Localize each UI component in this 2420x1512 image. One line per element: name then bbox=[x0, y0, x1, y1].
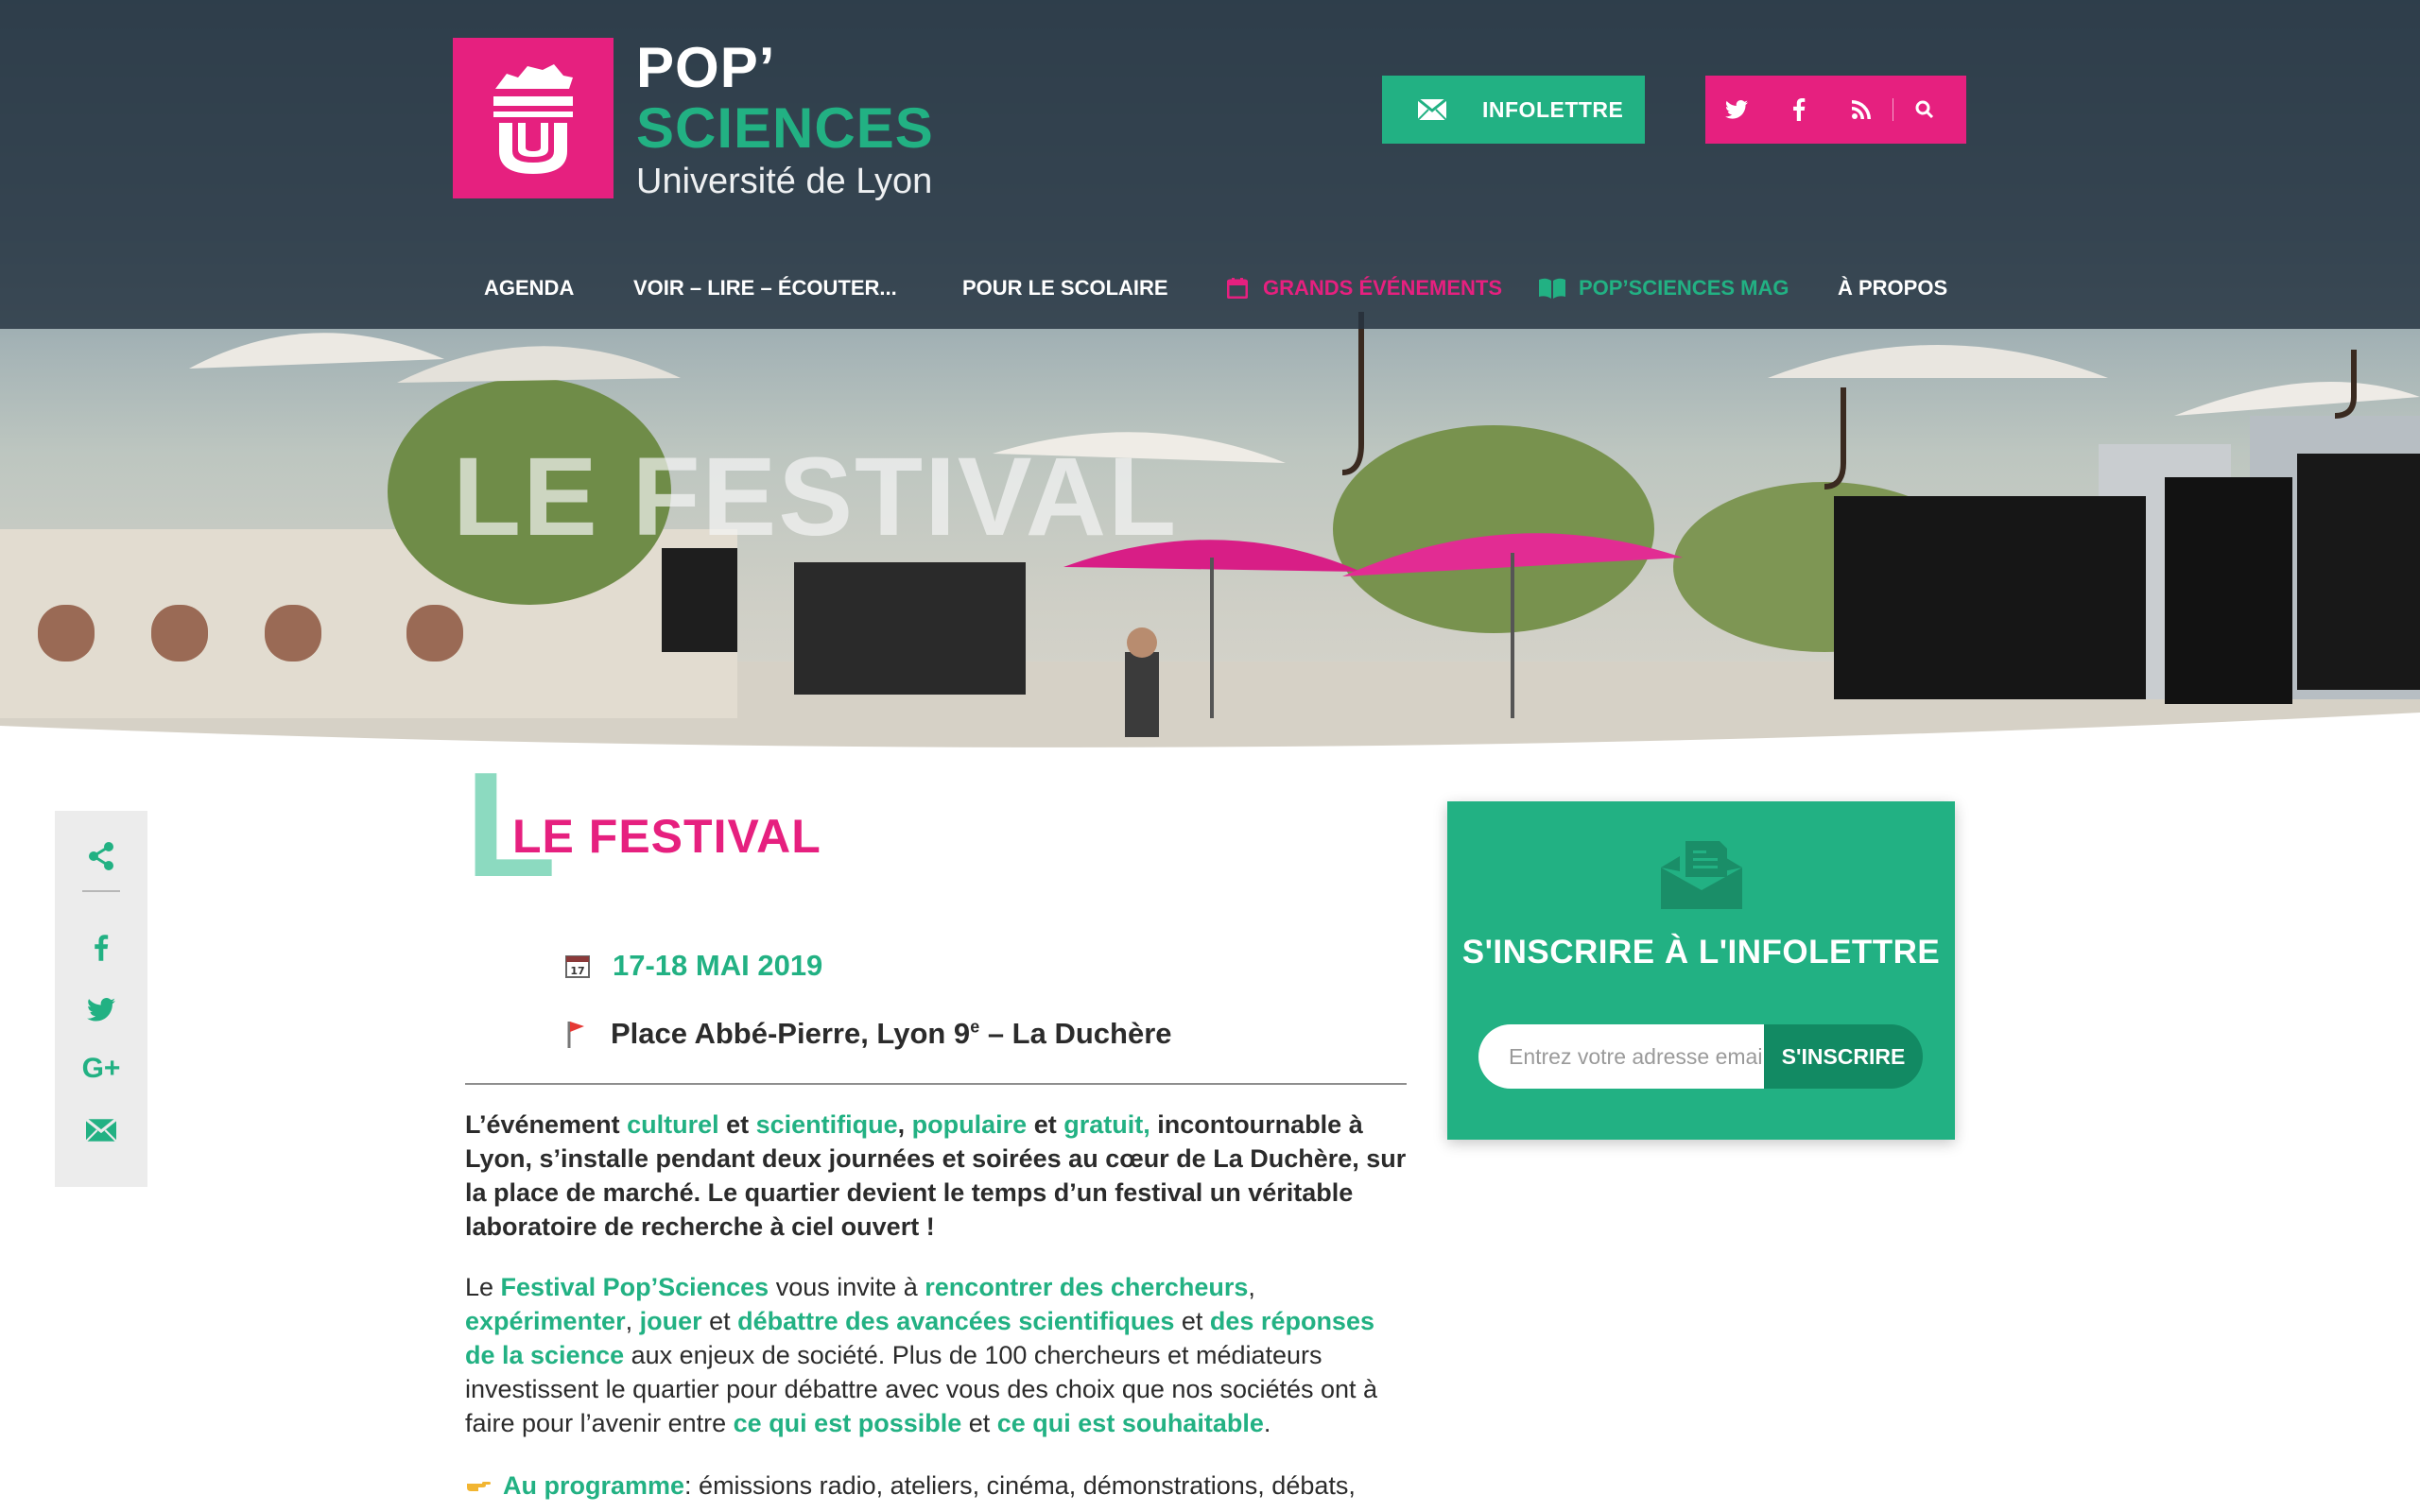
logo-line-sciences: SCIENCES bbox=[636, 96, 934, 160]
event-location-sup: e bbox=[970, 1017, 980, 1037]
share-divider bbox=[82, 890, 120, 892]
text: et bbox=[1027, 1110, 1064, 1139]
site-logo[interactable]: POP’ SCIENCES Université de Lyon bbox=[453, 38, 934, 204]
text: . bbox=[1263, 1409, 1271, 1437]
newsletter-widget: S'INSCRIRE À L'INFOLETTRE S'INSCRIRE bbox=[1447, 801, 1955, 1140]
highlight: expérimenter bbox=[465, 1307, 626, 1335]
nav-label-popsciences-mag: POP’SCIENCES MAG bbox=[1579, 276, 1789, 300]
header-bar: POP’ SCIENCES Université de Lyon INFOLET… bbox=[0, 0, 2420, 329]
newsletter-form: S'INSCRIRE bbox=[1478, 1024, 1923, 1089]
text: Le bbox=[465, 1273, 501, 1301]
twitter-icon[interactable] bbox=[55, 998, 147, 1022]
event-location-text: Place Abbé-Pierre, Lyon 9e – La Duchère bbox=[611, 1017, 1172, 1051]
email-icon[interactable] bbox=[55, 1119, 147, 1142]
header-newsletter-label: INFOLETTRE bbox=[1482, 96, 1624, 122]
nav-item-popsciences-mag[interactable]: POP’SCIENCES MAG bbox=[1539, 276, 1789, 301]
share-sidebar: G+ bbox=[55, 811, 147, 1187]
program-label: Au programme bbox=[503, 1471, 685, 1500]
nav-item-a-propos[interactable]: À PROPOS bbox=[1838, 276, 1947, 301]
svg-text:17: 17 bbox=[570, 965, 584, 977]
text: et bbox=[1174, 1307, 1210, 1335]
event-location: Place Abbé-Pierre, Lyon 9e – La Duchère bbox=[565, 1017, 1172, 1051]
event-date: 17 17-18 MAI 2019 bbox=[565, 949, 822, 983]
program-line: Au programme : émissions radio, ateliers… bbox=[465, 1469, 1407, 1503]
text: , bbox=[1248, 1273, 1255, 1301]
event-date-text: 17-18 MAI 2019 bbox=[613, 949, 823, 982]
nav-item-grands-evenements[interactable]: GRANDS ÉVÉNEMENTS bbox=[1227, 276, 1502, 301]
logo-line-university: Université de Lyon bbox=[636, 162, 933, 201]
hero-title: LE FESTIVAL bbox=[453, 435, 1179, 559]
highlight: rencontrer des chercheurs bbox=[925, 1273, 1249, 1301]
highlight: culturel bbox=[627, 1110, 719, 1139]
highlight: ce qui est possible bbox=[733, 1409, 962, 1437]
main-navigation: AGENDA VOIR – LIRE – ÉCOUTER... POUR LE … bbox=[0, 270, 2420, 308]
search-icon[interactable] bbox=[1893, 76, 1956, 144]
text: , bbox=[897, 1110, 912, 1139]
highlight: Festival Pop’Sciences bbox=[500, 1273, 769, 1301]
envelope-icon bbox=[1382, 99, 1482, 120]
highlight: ce qui est souhaitable bbox=[996, 1409, 1264, 1437]
page-title: LE FESTIVAL bbox=[512, 810, 821, 863]
nav-item-agenda[interactable]: AGENDA bbox=[484, 276, 574, 301]
twitter-icon[interactable] bbox=[1705, 76, 1768, 144]
newsletter-submit-button[interactable]: S'INSCRIRE bbox=[1764, 1024, 1923, 1089]
share-icon[interactable] bbox=[55, 841, 147, 871]
event-location-main: Place Abbé-Pierre, Lyon 9 bbox=[611, 1017, 971, 1050]
text: et bbox=[701, 1307, 738, 1335]
intro-paragraph: L’événement culturel et scientifique, po… bbox=[465, 1108, 1407, 1244]
event-location-rest: – La Duchère bbox=[979, 1017, 1172, 1050]
text: et bbox=[718, 1110, 756, 1139]
newsletter-envelope-icon bbox=[1661, 841, 1742, 909]
highlight: jouer bbox=[639, 1307, 702, 1335]
newsletter-title: S'INSCRIRE À L'INFOLETTRE bbox=[1461, 934, 1941, 971]
social-links bbox=[1705, 76, 1966, 144]
pointing-hand-icon bbox=[467, 1482, 491, 1491]
text: et bbox=[961, 1409, 997, 1437]
program-text: : émissions radio, ateliers, cinéma, dém… bbox=[684, 1471, 1356, 1500]
text: vous invite à bbox=[769, 1273, 925, 1301]
text: , bbox=[625, 1307, 640, 1335]
nav-item-voir-lire-ecouter[interactable]: VOIR – LIRE – ÉCOUTER... bbox=[633, 276, 897, 301]
hero-banner: POP’ SCIENCES Université de Lyon INFOLET… bbox=[0, 0, 2420, 756]
calendar-icon bbox=[1227, 278, 1248, 299]
highlight: populaire bbox=[911, 1110, 1028, 1139]
facebook-icon[interactable] bbox=[55, 934, 147, 962]
lion-logo-icon bbox=[453, 38, 614, 198]
google-plus-icon[interactable]: G+ bbox=[55, 1053, 147, 1085]
nav-item-scolaire[interactable]: POUR LE SCOLAIRE bbox=[962, 276, 1168, 301]
text: L’événement bbox=[465, 1110, 628, 1139]
highlight: gratuit, bbox=[1063, 1110, 1150, 1139]
highlight: scientifique bbox=[755, 1110, 898, 1139]
logo-line-pop: POP’ bbox=[636, 36, 776, 99]
flag-icon bbox=[567, 1022, 584, 1048]
calendar-icon: 17 bbox=[565, 955, 590, 978]
highlight: débattre des avancées scientifiques bbox=[737, 1307, 1175, 1335]
rss-icon[interactable] bbox=[1830, 76, 1893, 144]
nav-label-grands-evenements: GRANDS ÉVÉNEMENTS bbox=[1263, 276, 1503, 300]
facebook-icon[interactable] bbox=[1768, 76, 1830, 144]
book-icon bbox=[1539, 278, 1565, 299]
newsletter-email-input[interactable] bbox=[1478, 1024, 1764, 1089]
content-divider bbox=[465, 1083, 1407, 1085]
hero-curve-divider bbox=[0, 713, 2420, 756]
description-paragraph: Le Festival Pop’Sciences vous invite à r… bbox=[465, 1270, 1407, 1440]
header-newsletter-button[interactable]: INFOLETTRE bbox=[1382, 76, 1645, 144]
